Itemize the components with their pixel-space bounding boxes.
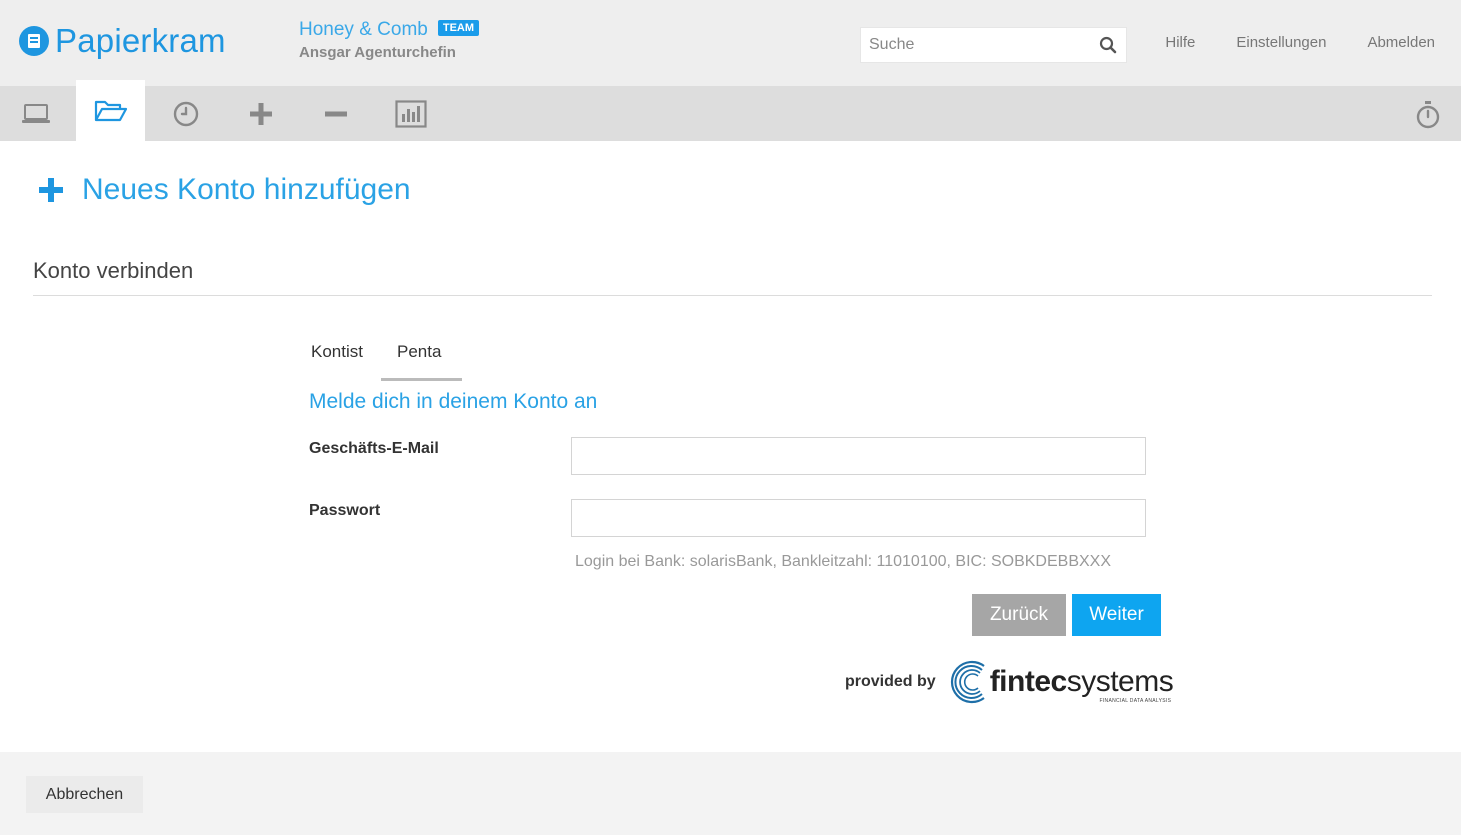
logo-text: Papierkram	[55, 22, 226, 59]
nav-item-documents[interactable]	[76, 80, 145, 141]
footer-bar: Abbrechen	[0, 752, 1461, 835]
fintecsystems-logo: fintecsystems FINANCIAL DATA ANALYSIS	[950, 658, 1174, 706]
tab-kontist[interactable]: Kontist	[297, 336, 377, 381]
settings-link[interactable]: Einstellungen	[1236, 34, 1326, 51]
cancel-button[interactable]: Abbrechen	[26, 776, 143, 813]
email-field-wrapper	[571, 437, 1146, 475]
minus-icon	[324, 111, 347, 116]
fintec-wordmark: fintecsystems FINANCIAL DATA ANALYSIS	[989, 665, 1174, 704]
nav-item-income[interactable]	[226, 86, 295, 141]
folder-open-icon	[94, 100, 127, 121]
team-badge: TEAM	[437, 20, 480, 36]
stopwatch-icon	[1416, 101, 1440, 129]
back-button[interactable]: Zurück	[972, 594, 1066, 636]
fintec-swirl-icon	[950, 660, 985, 704]
password-field-wrapper	[571, 499, 1146, 537]
fintec-light-text: systems	[1066, 665, 1174, 698]
email-field[interactable]	[572, 438, 1145, 474]
next-button[interactable]: Weiter	[1072, 594, 1161, 636]
page-header: Neues Konto hinzufügen	[38, 173, 411, 207]
nav-item-time[interactable]	[151, 86, 220, 141]
password-label: Passwort	[309, 502, 381, 519]
password-field[interactable]	[572, 500, 1145, 536]
email-label: Geschäfts-E-Mail	[309, 440, 439, 457]
bank-hint: Login bei Bank: solarisBank, Bankleitzah…	[575, 553, 1112, 570]
app-logo[interactable]: Papierkram	[19, 22, 226, 60]
timer-button[interactable]	[1415, 100, 1441, 135]
fintec-bold-text: fintec	[989, 665, 1068, 698]
logout-link[interactable]: Abmelden	[1367, 34, 1435, 51]
main-nav	[0, 80, 1461, 141]
nav-item-expenses[interactable]	[301, 86, 370, 141]
section-divider	[33, 295, 1432, 296]
search-icon[interactable]	[1099, 36, 1117, 54]
company-name[interactable]: Honey & Comb	[299, 19, 428, 41]
bar-chart-icon	[394, 99, 427, 128]
nav-item-reports[interactable]	[376, 86, 445, 141]
nav-item-dashboard[interactable]	[1, 86, 70, 141]
fintec-tagline: FINANCIAL DATA ANALYSIS	[1099, 698, 1172, 704]
provided-by-label: provided by	[845, 673, 936, 690]
bank-tabs: Kontist Penta	[297, 336, 463, 381]
tab-penta[interactable]: Penta	[380, 336, 463, 381]
search-input[interactable]	[861, 28, 1091, 62]
page-title: Neues Konto hinzufügen	[82, 173, 411, 206]
plus-icon	[39, 178, 63, 202]
top-header: Papierkram Honey & Comb TEAM Ansgar Agent…	[0, 0, 1461, 86]
form-heading: Melde dich in deinem Konto an	[309, 390, 598, 413]
laptop-icon	[21, 103, 50, 123]
search-box	[860, 27, 1127, 63]
section-title: Konto verbinden	[33, 258, 194, 283]
provider-credit: provided by fintecsystems FINANCIAL DATA…	[845, 658, 1174, 706]
document-icon	[19, 26, 49, 56]
user-name: Ansgar Agenturchefin	[299, 44, 456, 61]
plus-icon	[249, 102, 272, 125]
top-links: Hilfe Einstellungen Abmelden	[1165, 34, 1435, 51]
company-info: Honey & Comb TEAM Ansgar Agenturchefin	[299, 19, 480, 61]
clock-icon	[173, 101, 198, 126]
help-link[interactable]: Hilfe	[1165, 34, 1195, 51]
